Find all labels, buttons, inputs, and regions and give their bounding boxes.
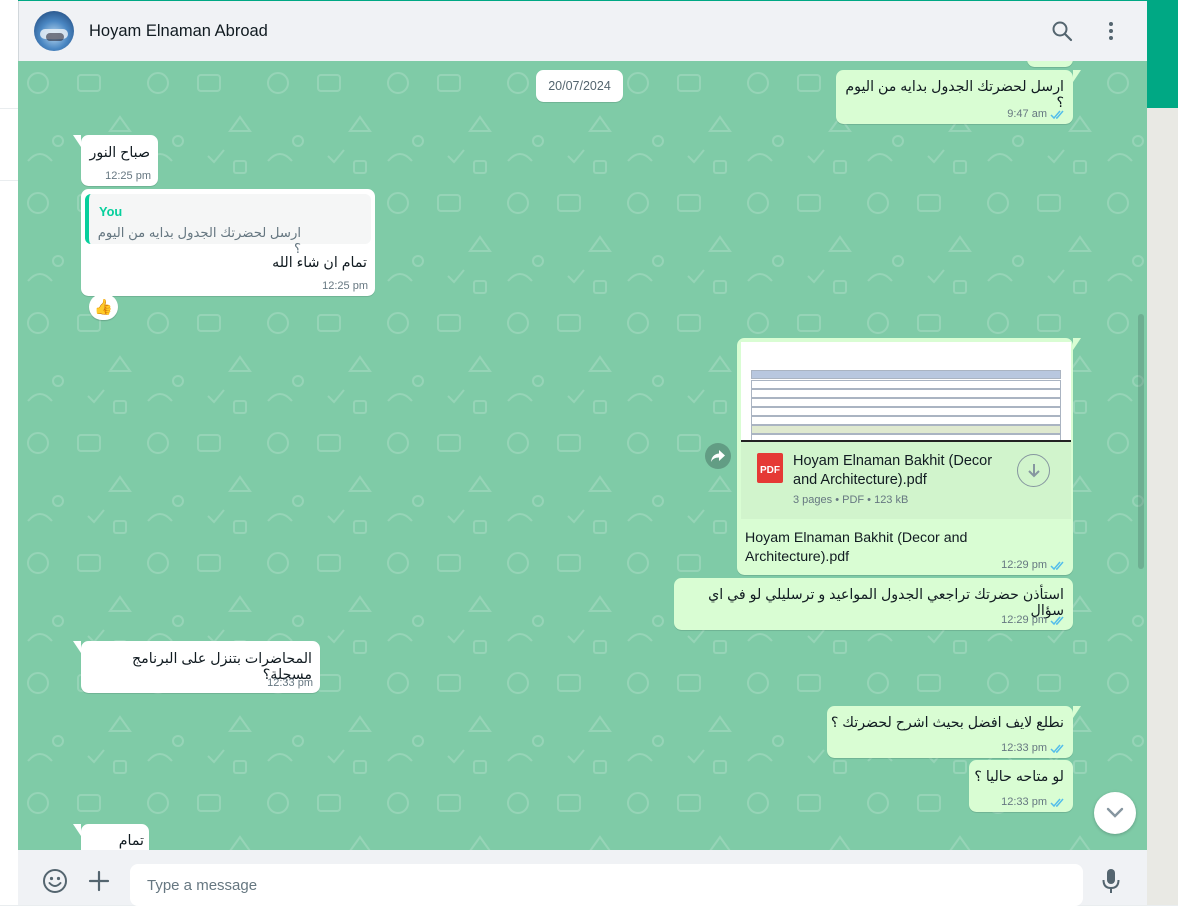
quote-author: You	[99, 204, 123, 219]
message-bubble[interactable]: صباح النور 12:25 pm	[73, 135, 158, 186]
chat-area[interactable]: 20/07/2024 ارسل لحضرتك الجدول بدايه من ا…	[18, 61, 1147, 850]
plus-icon[interactable]	[86, 868, 112, 894]
document-message[interactable]: PDF Hoyam Elnaman Bakhit (Decor and Arch…	[737, 338, 1081, 575]
message-time: 12:33 pm	[1001, 796, 1047, 808]
message-bubble-partial	[1027, 61, 1073, 67]
emoji-icon[interactable]	[42, 868, 68, 894]
message-time: 12:29 pm	[1001, 614, 1047, 626]
document-info-panel[interactable]: PDF Hoyam Elnaman Bakhit (Decor and Arch…	[741, 442, 1071, 519]
search-icon[interactable]	[1050, 19, 1074, 43]
mic-icon[interactable]	[1098, 868, 1124, 894]
document-caption: Hoyam Elnaman Bakhit (Decor and Architec…	[745, 530, 968, 565]
message-time: 12:33 pm	[1001, 742, 1047, 754]
document-file-name: Hoyam Elnaman Bakhit (Decor and Architec…	[793, 453, 993, 488]
message-bubble[interactable]: المحاضرات بتنزل على البرنامج مسجلة؟ 12:3…	[73, 641, 320, 693]
date-separator: 20/07/2024	[536, 70, 623, 102]
message-meta: 12:25 pm	[322, 280, 368, 292]
message-time: 12:33 pm	[267, 677, 313, 689]
message-meta: 12:33 pm	[1001, 796, 1066, 808]
message-text: نطلع لايف افضل بحيث اشرح لحضرتك ؟	[830, 715, 1064, 731]
chat-scrollbar[interactable]	[1138, 314, 1144, 569]
message-meta: 12:33 pm	[267, 677, 313, 689]
reaction-badge[interactable]: 👍	[89, 294, 118, 320]
message-meta: 12:29 pm	[1001, 559, 1066, 571]
quote-text: ارسل لحضرتك الجدول بدايه من اليوم ؟	[97, 225, 301, 256]
document-thumbnail[interactable]	[741, 342, 1071, 442]
message-meta: 12:29 pm	[1001, 614, 1066, 626]
message-bubble[interactable]: You ارسل لحضرتك الجدول بدايه من اليوم ؟ …	[81, 189, 375, 296]
chat-header: Hoyam Elnaman Abroad	[18, 1, 1147, 61]
left-panel-edge	[0, 0, 18, 905]
message-time: 9:47 am	[1007, 108, 1047, 120]
scroll-to-bottom-button[interactable]	[1094, 792, 1136, 834]
message-text: لو متاحه حاليا ؟	[974, 769, 1064, 785]
message-bubble[interactable]: تمام	[73, 824, 149, 850]
document-file-info: 3 pages • PDF • 123 kB	[793, 494, 909, 506]
message-bubble[interactable]: استأذن حضرتك تراجعي الجدول المواعيد و تر…	[674, 578, 1073, 630]
message-meta: 12:25 pm	[105, 170, 151, 182]
message-input[interactable]	[130, 864, 1083, 906]
message-time: 12:29 pm	[1001, 559, 1047, 571]
message-text: تمام	[118, 833, 144, 849]
message-text: صباح النور	[89, 145, 150, 161]
read-ticks-icon	[1050, 744, 1064, 753]
download-icon[interactable]	[1017, 454, 1050, 487]
message-time: 12:25 pm	[105, 170, 151, 182]
message-bubble[interactable]: لو متاحه حاليا ؟ 12:33 pm	[969, 760, 1073, 812]
chevron-down-icon	[1106, 807, 1124, 818]
forward-icon[interactable]	[705, 443, 731, 469]
avatar[interactable]	[34, 11, 74, 51]
read-ticks-icon	[1050, 561, 1064, 570]
pdf-file-icon: PDF	[757, 453, 783, 483]
message-text: ارسل لحضرتك الجدول بدايه من اليوم ؟	[845, 79, 1064, 111]
message-text: تمام ان شاء الله	[272, 255, 367, 271]
message-meta: 9:47 am	[1007, 108, 1066, 120]
message-bubble[interactable]: ارسل لحضرتك الجدول بدايه من اليوم ؟ 9:47…	[836, 70, 1081, 124]
right-panel-edge	[1147, 0, 1178, 905]
compose-bar	[18, 850, 1147, 906]
read-ticks-icon	[1050, 110, 1064, 119]
message-bubble[interactable]: نطلع لايف افضل بحيث اشرح لحضرتك ؟ 12:33 …	[827, 706, 1081, 758]
message-meta: 12:33 pm	[1001, 742, 1066, 754]
message-time: 12:25 pm	[322, 280, 368, 292]
read-ticks-icon	[1050, 616, 1064, 625]
quoted-message[interactable]: You ارسل لحضرتك الجدول بدايه من اليوم ؟	[85, 194, 371, 256]
read-ticks-icon	[1050, 798, 1064, 807]
contact-name[interactable]: Hoyam Elnaman Abroad	[89, 22, 268, 41]
menu-dots-icon[interactable]	[1099, 19, 1123, 43]
